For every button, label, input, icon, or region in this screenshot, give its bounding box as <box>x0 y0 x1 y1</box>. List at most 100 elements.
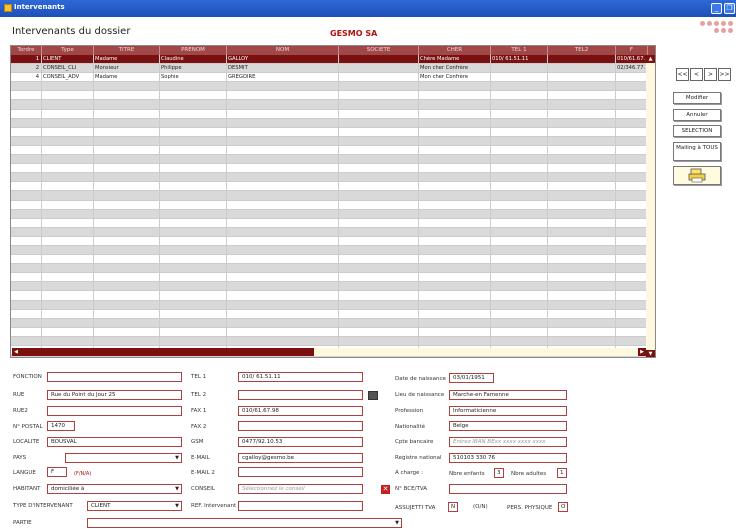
tel2-field[interactable] <box>238 390 363 400</box>
table-cell-tel1 <box>491 255 548 265</box>
enfants-field[interactable]: 3 <box>494 468 504 478</box>
lieu-field[interactable]: Marche-en Famenne <box>449 390 567 400</box>
table-row[interactable] <box>11 209 647 219</box>
table-row[interactable] <box>11 136 647 146</box>
table-row[interactable] <box>11 318 647 328</box>
table-cell-fax <box>616 100 647 110</box>
scroll-up-icon[interactable]: ▲ <box>646 55 655 63</box>
vertical-scrollbar[interactable]: ▲ ▼ <box>646 55 655 357</box>
col-header-fax[interactable]: F <box>616 46 648 55</box>
table-row[interactable] <box>11 245 647 256</box>
conseil-field[interactable]: Sélectionnez le conseil <box>238 484 363 494</box>
pays-select[interactable]: ▼ <box>65 453 182 463</box>
scroll-down-icon[interactable]: ▼ <box>646 350 655 357</box>
scroll-right-icon[interactable]: ▶ <box>638 348 646 356</box>
table-row[interactable] <box>11 291 647 301</box>
table-row[interactable] <box>11 327 647 337</box>
col-header-societe[interactable]: SOCIETE <box>339 46 419 55</box>
profession-field[interactable]: Informaticienne <box>449 406 567 416</box>
table-row[interactable] <box>11 218 647 228</box>
pers-field[interactable]: O <box>558 502 568 512</box>
scroll-left-icon[interactable]: ◀ <box>12 348 20 356</box>
annuler-button[interactable]: Annuler <box>673 109 721 121</box>
table-row[interactable] <box>11 300 647 310</box>
table-row[interactable] <box>11 255 647 265</box>
minimize-icon[interactable]: _ <box>711 3 722 14</box>
clear-conseil-icon[interactable]: ✕ <box>381 485 390 494</box>
postal-field[interactable]: 1470 <box>47 421 75 431</box>
table-row[interactable] <box>11 118 647 128</box>
col-header-tel2[interactable]: TEL2 <box>548 46 616 55</box>
naissance-field[interactable]: 03/01/1951 <box>449 373 494 383</box>
nationalite-field[interactable]: Belge <box>449 421 567 431</box>
table-cell-tel2 <box>548 327 616 337</box>
mailing-button[interactable]: Mailing à TOUS <box>673 142 721 161</box>
table-cell-ordre <box>11 218 42 228</box>
table-row[interactable] <box>11 91 647 101</box>
table-row[interactable]: 1 CLIENT Madame Claudine GALLOY Chère Madame 0… <box>11 55 647 65</box>
horizontal-scrollbar[interactable]: ◀ ▶ <box>12 348 646 356</box>
table-row[interactable] <box>11 127 647 137</box>
table-row[interactable] <box>11 173 647 183</box>
col-header-type[interactable]: Type <box>42 46 94 55</box>
fonction-field[interactable] <box>47 372 182 382</box>
habitant-select[interactable]: domiciliée à ▼ <box>47 484 182 494</box>
restore-icon[interactable]: ❐ <box>724 3 735 14</box>
table-row[interactable]: 2 CONSEIL_CLI Monsieur Philippe DESMIT Mon ch… <box>11 64 647 74</box>
email-field[interactable]: cgalloy@gesmo.be <box>238 453 363 463</box>
table-row[interactable]: 4 CONSEIL_ADV Madame Sophie GREGOIRE Mon cher… <box>11 73 647 83</box>
localite-field[interactable]: BOUSVAL <box>47 437 182 447</box>
table-cell-type <box>42 236 94 246</box>
col-header-nom[interactable]: NOM <box>227 46 339 55</box>
table-row[interactable] <box>11 100 647 110</box>
tva-field[interactable]: N <box>448 502 458 512</box>
last-record-button[interactable]: >> <box>718 68 731 81</box>
fax1-field[interactable]: 010/61.67.98 <box>238 406 363 416</box>
next-record-button[interactable]: > <box>704 68 717 81</box>
table-row[interactable] <box>11 145 647 156</box>
table-cell-tel1 <box>491 109 548 119</box>
email2-field[interactable] <box>238 467 363 477</box>
prev-record-button[interactable]: < <box>690 68 703 81</box>
col-header-titre[interactable]: TITRE <box>94 46 160 55</box>
ref-field[interactable] <box>238 501 363 511</box>
registre-field[interactable]: 510103 330 76 <box>449 453 567 463</box>
phone-dial-icon[interactable] <box>368 391 378 400</box>
table-row[interactable] <box>11 227 647 237</box>
col-header-ordre[interactable]: Tordre <box>11 46 42 55</box>
bce-field[interactable] <box>449 484 567 494</box>
table-row[interactable] <box>11 82 647 92</box>
table-row[interactable] <box>11 200 647 210</box>
table-row[interactable] <box>11 264 647 274</box>
cpte-field[interactable]: Entrez IBAN BExx xxxx xxxx xxxx <box>449 437 567 447</box>
col-header-tel1[interactable]: TEL 1 <box>491 46 548 55</box>
modifier-button[interactable]: Modifier <box>673 92 721 104</box>
table-row[interactable] <box>11 282 647 292</box>
langue-field[interactable]: F <box>47 467 67 477</box>
rue-field[interactable]: Rue du Point du Jour 25 <box>47 390 182 400</box>
intervenants-grid[interactable]: Tordre Type TITRE PRENOM NOM SOCIETE CHE… <box>10 45 656 358</box>
print-button[interactable] <box>673 166 721 185</box>
table-row[interactable] <box>11 336 647 346</box>
partie-select[interactable]: ▼ <box>87 518 402 528</box>
table-row[interactable] <box>11 164 647 174</box>
table-row[interactable] <box>11 191 647 201</box>
tel1-field[interactable]: 010/ 61.51.11 <box>238 372 363 382</box>
table-row[interactable] <box>11 273 647 283</box>
table-row[interactable] <box>11 236 647 246</box>
fax2-field[interactable] <box>238 421 363 431</box>
table-row[interactable] <box>11 182 647 192</box>
col-header-prenom[interactable]: PRENOM <box>160 46 227 55</box>
table-row[interactable] <box>11 109 647 119</box>
table-row[interactable] <box>11 155 647 165</box>
col-header-cher[interactable]: CHER <box>419 46 491 55</box>
gsm-field[interactable]: 0477/92.10.53 <box>238 437 363 447</box>
rue2-field[interactable] <box>47 406 182 416</box>
table-row[interactable] <box>11 309 647 319</box>
adultes-field[interactable]: 1 <box>557 468 567 478</box>
scroll-thumb[interactable] <box>20 348 314 356</box>
table-cell-fax: 010/61.67. <box>617 55 647 64</box>
type-intervenant-select[interactable]: CLIENT ▼ <box>87 501 182 511</box>
selection-button[interactable]: SELECTION <box>673 125 721 137</box>
first-record-button[interactable]: << <box>676 68 689 81</box>
